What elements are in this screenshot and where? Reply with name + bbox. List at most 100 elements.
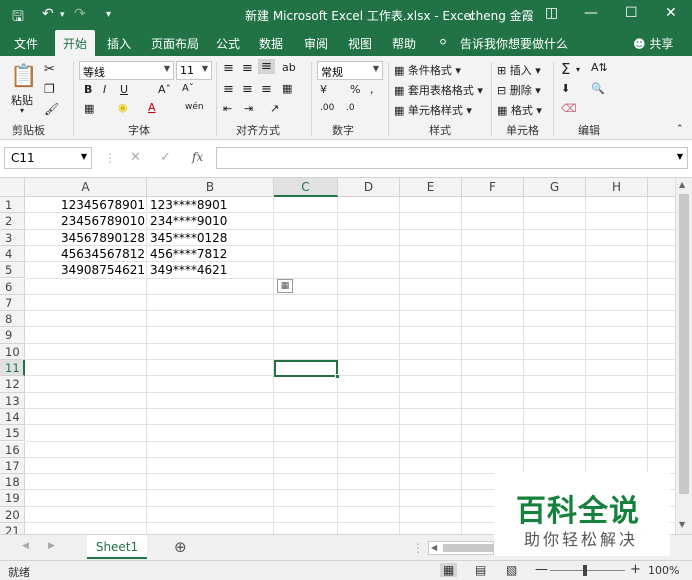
row-header-2[interactable]: 2 [0, 213, 25, 230]
phonetic-icon[interactable]: wén [185, 102, 204, 112]
row-header-11[interactable]: 11 [0, 360, 25, 377]
column-header-c[interactable]: C [274, 178, 338, 197]
row-header-4[interactable]: 4 [0, 245, 25, 263]
cell-a2[interactable]: 23456789010 [25, 213, 145, 229]
customize-toolbar-icon[interactable]: ▾ [106, 9, 111, 20]
column-header-b[interactable]: B [147, 178, 274, 197]
scroll-down-icon[interactable]: ▼ [679, 520, 685, 529]
add-sheet-icon[interactable]: ⊕ [174, 538, 187, 556]
font-name-combo[interactable]: 等线 ▼ [79, 61, 174, 80]
tab-home[interactable]: 开始 [55, 30, 96, 56]
zoom-out-icon[interactable]: — [535, 562, 548, 577]
undo-icon[interactable]: ↶ [42, 6, 54, 22]
border-icon[interactable]: ▦ [84, 102, 94, 115]
bold-icon[interactable]: B [84, 83, 92, 96]
paste-dropdown-icon[interactable]: ▾ [20, 106, 24, 115]
clear-icon[interactable]: ⌫ [561, 102, 577, 115]
format-painter-icon[interactable]: 🖌 [44, 102, 59, 116]
maximize-button[interactable]: ☐ [625, 5, 638, 21]
next-sheet-icon[interactable]: ▶ [48, 541, 55, 551]
zoom-slider[interactable] [550, 570, 625, 571]
scroll-thumb[interactable] [679, 194, 689, 494]
page-layout-view-icon[interactable]: ▤ [475, 563, 486, 577]
cell-a5[interactable]: 34908754621 [25, 262, 145, 278]
insert-cells-button[interactable]: ⊞ 插入 ▾ [497, 62, 541, 78]
merge-cells-icon[interactable]: ▦ [282, 82, 292, 95]
cancel-icon[interactable]: ✕ [130, 150, 141, 165]
row-header-20[interactable]: 20 [0, 506, 25, 523]
tab-file[interactable]: 文件 [14, 35, 38, 52]
percent-icon[interactable]: % [350, 83, 360, 96]
align-bottom-icon[interactable]: ≡ [258, 59, 275, 74]
autosum-icon[interactable]: Σ [561, 60, 570, 78]
row-header-8[interactable]: 8 [0, 311, 25, 328]
cell-style-button[interactable]: ▦ 单元格样式 ▾ [394, 102, 472, 118]
share-button[interactable]: ☻ 共享 [633, 35, 673, 52]
horizontal-scrollbar[interactable]: ◀ [428, 541, 494, 555]
row-header-10[interactable]: 10 [0, 343, 25, 360]
align-right-icon[interactable]: ≡ [261, 82, 272, 97]
cell-b1[interactable]: 123****8901 [150, 197, 270, 213]
cell-b5[interactable]: 349****4621 [150, 262, 270, 278]
italic-icon[interactable]: I [103, 83, 106, 96]
close-button[interactable]: ✕ [665, 5, 677, 21]
select-all-corner[interactable] [0, 178, 25, 197]
tab-help[interactable]: 帮助 [392, 35, 416, 52]
row-header-5[interactable]: 5 [0, 262, 25, 279]
format-cells-button[interactable]: ▦ 格式 ▾ [497, 102, 542, 118]
chevron-down-icon[interactable]: ▾ [576, 65, 580, 74]
decrease-font-icon[interactable]: Aˇ [182, 83, 194, 94]
enter-icon[interactable]: ✓ [160, 150, 171, 165]
column-header-g[interactable]: G [524, 178, 586, 197]
tab-view[interactable]: 视图 [348, 35, 372, 52]
column-header-f[interactable]: F [462, 178, 524, 197]
insert-function-icon[interactable]: fx [192, 150, 203, 164]
number-format-combo[interactable]: 常规 ▼ [317, 61, 383, 80]
cell-b2[interactable]: 234****9010 [150, 213, 270, 229]
decrease-indent-icon[interactable]: ⇤ [223, 102, 232, 115]
align-top-icon[interactable]: ≡ [223, 61, 234, 76]
undo-dropdown-icon[interactable]: ▾ [60, 10, 65, 20]
copy-icon[interactable]: ❐ [44, 82, 55, 96]
normal-view-icon[interactable]: ▦ [440, 563, 458, 577]
scroll-left-icon[interactable]: ◀ [431, 543, 437, 552]
table-format-button[interactable]: ▦ 套用表格格式 ▾ [394, 82, 483, 98]
cell-b3[interactable]: 345****0128 [150, 230, 270, 246]
fill-handle[interactable] [335, 374, 340, 379]
cell-a1[interactable]: 12345678901 [25, 197, 145, 213]
delete-cells-button[interactable]: ⊟ 删除 ▾ [497, 82, 541, 98]
increase-font-icon[interactable]: Aˆ [158, 83, 171, 96]
conditional-format-button[interactable]: ▦ 条件格式 ▾ [394, 62, 461, 78]
column-header-a[interactable]: A [25, 178, 147, 197]
tell-me-search[interactable]: 告诉我你想要做什么 [460, 35, 568, 52]
underline-icon[interactable]: U [120, 83, 128, 96]
tab-formulas[interactable]: 公式 [216, 35, 240, 52]
row-header-15[interactable]: 15 [0, 425, 25, 442]
comma-icon[interactable]: , [370, 83, 374, 96]
save-icon[interactable]: 🖫 [12, 6, 24, 30]
name-box[interactable]: C11 ▼ [4, 147, 92, 169]
row-header-7[interactable]: 7 [0, 294, 25, 312]
collapse-ribbon-icon[interactable]: ⌃ [676, 124, 684, 134]
text-direction-icon[interactable]: ↗ [270, 102, 279, 115]
paste-icon[interactable]: 📋 [10, 64, 37, 89]
cell-a3[interactable]: 34567890128 [25, 230, 145, 246]
row-header-16[interactable]: 16 [0, 441, 25, 458]
find-select-icon[interactable]: 🔍 [591, 82, 605, 95]
column-header-e[interactable]: E [400, 178, 462, 197]
ribbon-display-icon[interactable]: ◫ [545, 5, 558, 21]
currency-icon[interactable]: ¥ [320, 83, 327, 96]
redo-icon[interactable]: ↷ [74, 6, 86, 22]
flash-fill-options-icon[interactable]: ▦ [277, 279, 293, 293]
zoom-level[interactable]: 100% [648, 564, 679, 577]
active-cell-c11[interactable] [274, 360, 338, 377]
zoom-in-icon[interactable]: + [630, 562, 641, 577]
tab-page-layout[interactable]: 页面布局 [151, 35, 199, 52]
align-left-icon[interactable]: ≡ [223, 82, 234, 97]
font-size-combo[interactable]: 11 ▼ [176, 61, 212, 80]
row-header-3[interactable]: 3 [0, 229, 25, 246]
decrease-decimal-icon[interactable]: .0 [346, 103, 355, 113]
row-header-18[interactable]: 18 [0, 474, 25, 491]
increase-indent-icon[interactable]: ⇥ [244, 102, 253, 115]
row-header-9[interactable]: 9 [0, 327, 25, 344]
